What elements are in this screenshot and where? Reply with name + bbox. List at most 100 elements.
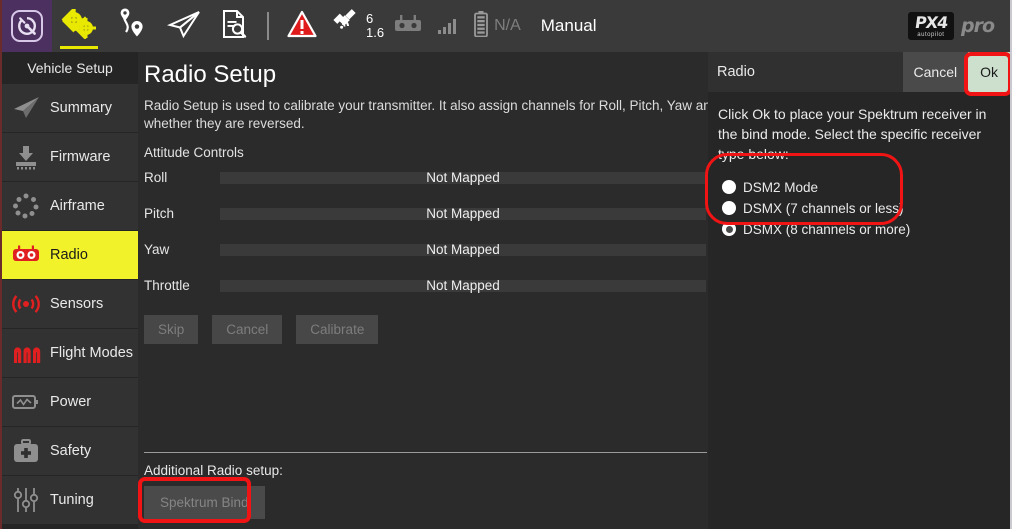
- channel-bar: Not Mapped: [220, 172, 706, 184]
- channel-label: Pitch: [144, 206, 220, 221]
- sidebar-item-label: Tuning: [50, 492, 94, 508]
- px4-badge-icon: PX4 autopilot: [908, 12, 954, 40]
- sidebar-item-label: Firmware: [50, 149, 110, 165]
- rc-transmitter-icon: [393, 13, 423, 40]
- top-toolbar: 6 1.6: [2, 0, 1010, 52]
- toolbar-divider: [267, 12, 269, 40]
- gps-satellite-count: 6: [366, 12, 384, 26]
- sidebar-item-label: Airframe: [50, 198, 105, 214]
- tuning-sliders-icon: [11, 485, 41, 515]
- radio-option-dsmx-7[interactable]: DSMX (7 channels or less): [722, 198, 910, 219]
- channel-value: Not Mapped: [220, 240, 706, 260]
- flight-mode-selector[interactable]: Manual: [527, 16, 597, 36]
- airframe-dots-icon: [11, 191, 41, 221]
- spektrum-bind-button[interactable]: Spektrum Bind: [144, 486, 265, 519]
- radio-button-icon[interactable]: [722, 222, 736, 236]
- sidebar-item-label: Summary: [50, 100, 112, 116]
- dialog-header: Radio Cancel Ok: [708, 52, 1010, 92]
- qgroundcontrol-logo-icon: [11, 10, 43, 42]
- satellite-icon: [332, 9, 362, 44]
- px4-brand-logo: PX4 autopilot pro: [908, 12, 1010, 40]
- sidebar-item-label: Power: [50, 394, 91, 410]
- toolbar-warning-button[interactable]: [278, 0, 326, 52]
- sidebar-item-safety[interactable]: Safety: [2, 427, 138, 475]
- app-logo-button[interactable]: [2, 0, 52, 52]
- radio-button-icon[interactable]: [722, 180, 736, 194]
- radio-option-dsmx-8[interactable]: DSMX (8 channels or more): [722, 219, 910, 240]
- channel-row-throttle: Throttle Not Mapped: [144, 274, 708, 298]
- radio-option-label: DSMX (7 channels or less): [743, 201, 904, 216]
- radio-icon: [11, 240, 41, 270]
- sidebar-item-summary[interactable]: Summary: [2, 84, 138, 132]
- sensors-waves-icon: [11, 289, 41, 319]
- battery-status[interactable]: N/A: [462, 11, 527, 42]
- vehicle-setup-sidebar: Vehicle Setup Summary: [2, 52, 138, 529]
- toolbar-analyze-button[interactable]: [210, 0, 258, 52]
- channel-bar: Not Mapped: [220, 280, 706, 292]
- sidebar-item-airframe[interactable]: Airframe: [2, 182, 138, 230]
- gps-hdop-value: 1.6: [366, 26, 384, 40]
- channel-value: Not Mapped: [220, 204, 706, 224]
- sidebar-item-radio[interactable]: Radio: [2, 231, 138, 279]
- pro-label: pro: [961, 15, 994, 37]
- channel-row-roll: Roll Not Mapped: [144, 166, 708, 190]
- radio-option-label: DSMX (8 channels or more): [743, 222, 910, 237]
- channel-label: Yaw: [144, 242, 220, 257]
- channel-bar: Not Mapped: [220, 244, 706, 256]
- channel-label: Throttle: [144, 278, 220, 293]
- dialog-body: Click Ok to place your Spektrum receiver…: [708, 92, 1010, 244]
- telemetry-signal-status[interactable]: [432, 0, 462, 52]
- sidebar-item-tuning[interactable]: Tuning: [2, 476, 138, 524]
- channel-row-yaw: Yaw Not Mapped: [144, 238, 708, 262]
- dialog-ok-wrapper: Ok: [968, 52, 1010, 92]
- plan-waypoints-icon: [115, 8, 149, 45]
- page-title: Radio Setup: [144, 61, 708, 89]
- radio-button-icon[interactable]: [722, 201, 736, 215]
- gps-status[interactable]: 6 1.6: [326, 9, 384, 44]
- channel-value: Not Mapped: [220, 168, 706, 188]
- attitude-controls-label: Attitude Controls: [144, 145, 708, 160]
- power-battery-icon: [11, 387, 41, 417]
- sidebar-item-sensors[interactable]: Sensors: [2, 280, 138, 328]
- sidebar-item-label: Safety: [50, 443, 91, 459]
- toolbar-setup-gears-button[interactable]: [52, 0, 106, 52]
- analyze-document-icon: [219, 9, 249, 44]
- battery-icon: [474, 11, 488, 42]
- channel-value: Not Mapped: [220, 276, 706, 296]
- sidebar-item-firmware[interactable]: Firmware: [2, 133, 138, 181]
- receiver-type-radio-group: DSM2 Mode DSMX (7 channels or less) DSMX…: [718, 173, 918, 244]
- calibrate-button[interactable]: Calibrate: [296, 315, 378, 344]
- paper-plane-icon: [11, 93, 41, 123]
- safety-kit-icon: [11, 436, 41, 466]
- dialog-ok-button[interactable]: Ok: [968, 52, 1010, 92]
- firmware-chip-icon: [11, 142, 41, 172]
- calibration-button-row: Skip Cancel Calibrate: [144, 315, 708, 344]
- sidebar-item-power[interactable]: Power: [2, 378, 138, 426]
- page-description: Radio Setup is used to calibrate your tr…: [144, 97, 708, 133]
- additional-radio-setup-label: Additional Radio setup:: [144, 463, 708, 478]
- channel-label: Roll: [144, 170, 220, 185]
- spektrum-bind-dialog: Radio Cancel Ok Click Ok to place your S…: [708, 52, 1010, 529]
- channel-row-pitch: Pitch Not Mapped: [144, 202, 708, 226]
- toolbar-fly-button[interactable]: [158, 0, 210, 52]
- cancel-button[interactable]: Cancel: [212, 315, 282, 344]
- px4-logo-text: PX4: [914, 15, 948, 31]
- warning-triangle-icon: [287, 10, 317, 43]
- sidebar-item-label: Sensors: [50, 296, 103, 312]
- dialog-cancel-button[interactable]: Cancel: [903, 52, 969, 92]
- sidebar-item-flight-modes[interactable]: Flight Modes: [2, 329, 138, 377]
- flight-modes-icon: [11, 338, 41, 368]
- channel-bar: Not Mapped: [220, 208, 706, 220]
- gears-icon: [61, 9, 97, 44]
- signal-bars-icon: [438, 36, 456, 52]
- dialog-instruction-text: Click Ok to place your Spektrum receiver…: [718, 105, 1000, 165]
- radio-option-dsm2[interactable]: DSM2 Mode: [722, 177, 910, 198]
- battery-value: N/A: [494, 17, 521, 35]
- qgroundcontrol-window: 6 1.6: [0, 0, 1012, 529]
- section-divider: [144, 452, 707, 453]
- toolbar-plan-button[interactable]: [106, 0, 158, 52]
- gps-values: 6 1.6: [366, 12, 384, 40]
- rc-status[interactable]: [384, 13, 432, 40]
- radio-option-label: DSM2 Mode: [743, 180, 818, 195]
- skip-button[interactable]: Skip: [144, 315, 198, 344]
